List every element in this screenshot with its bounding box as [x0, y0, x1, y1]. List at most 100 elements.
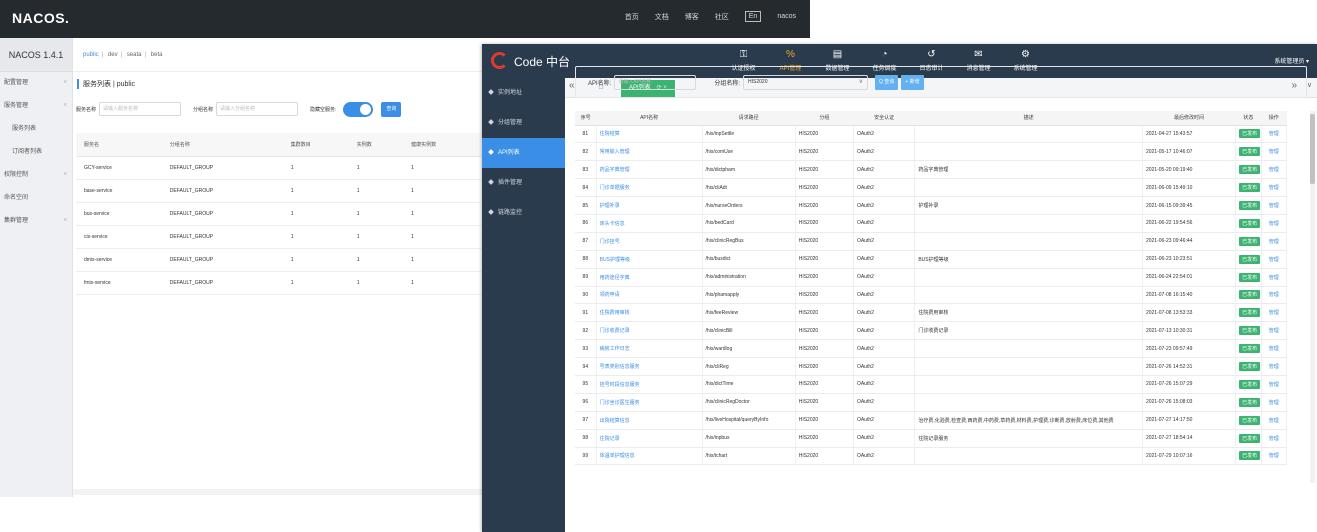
api-name-link[interactable]: 药品字典管理	[596, 160, 703, 180]
manage-link[interactable]: 管理	[1261, 393, 1288, 412]
table-row[interactable]: dmis-service DEFAULT_GROUP 1 1 1	[76, 248, 481, 272]
table-row[interactable]: 99 体温单护理信息/his/tchart HIS2020 OAuth2 2021-07…	[575, 447, 1288, 466]
table-row[interactable]: 83 药品字典管理/his/dictpham HIS2020 OAuth2 药品字典管理…	[575, 160, 1288, 180]
manage-link[interactable]: 管理	[1261, 429, 1288, 448]
nacos-sidebar-item[interactable]: 命名空间	[0, 187, 72, 210]
api-name-link[interactable]: 住院费用审核	[596, 303, 703, 323]
manage-link[interactable]: 管理	[1261, 178, 1288, 198]
sidebar-item[interactable]: API列表	[482, 138, 565, 168]
nav-community[interactable]: 社区	[715, 12, 729, 22]
api-name-link[interactable]: 常用输入管理	[596, 142, 703, 162]
group-name-input[interactable]: 请输入分组名称	[216, 102, 299, 116]
table-row[interactable]: 94 号表类别信息服务/his/cliReg HIS2020 OAuth2 2021-0…	[575, 357, 1288, 376]
nacos-sidebar-item[interactable]: 配置管理	[0, 72, 72, 95]
tab-more-icon[interactable]: ∨	[1307, 81, 1312, 89]
manage-link[interactable]: 管理	[1261, 286, 1288, 305]
table-row[interactable]: 86 床头卡信息/his/bedCard HIS2020 OAuth2 2021-06-…	[575, 214, 1288, 233]
table-row[interactable]: 82 常用输入管理/his/comUse HIS2020 OAuth2 2021-05-…	[575, 142, 1288, 162]
modified-time: 2021-06-24 22:54:01	[1142, 268, 1237, 287]
api-name-link[interactable]: 住院结算	[596, 125, 703, 144]
manage-link[interactable]: 管理	[1261, 321, 1288, 341]
nacos-sidebar-item[interactable]: 服务管理	[0, 95, 72, 118]
api-name-link[interactable]: 门诊单据服务	[596, 178, 703, 198]
api-name-link[interactable]: 护理补录	[596, 196, 703, 215]
nav-docs[interactable]: 文档	[655, 12, 669, 22]
table-row[interactable]: 88 BUS护理等级/his/busdict HIS2020 OAuth2 BUS护理等…	[575, 250, 1288, 269]
add-button[interactable]: + 新增	[901, 74, 924, 90]
tab-scroll-left-icon[interactable]: «	[569, 80, 575, 91]
nacos-sidebar-item[interactable]: 集群管理	[0, 210, 72, 233]
hide-empty-toggle[interactable]	[343, 101, 374, 117]
sidebar-item[interactable]: 实例地址	[482, 78, 565, 108]
namespace-dev[interactable]: dev	[108, 52, 118, 58]
table-row[interactable]: 97 出院结算信息/his/liveHospital/queryByInfo HIS…	[575, 411, 1288, 430]
group-select[interactable]: HIS2020 ∨	[743, 74, 869, 90]
manage-link[interactable]: 管理	[1261, 250, 1288, 269]
manage-link[interactable]: 管理	[1261, 375, 1288, 394]
table-row[interactable]: 93 病房工作日志/his/wardlog HIS2020 OAuth2 2021-07…	[575, 339, 1288, 359]
api-name-link[interactable]: BUS护理等级	[596, 250, 703, 269]
api-name-link[interactable]: 床头卡信息	[596, 214, 703, 233]
horizontal-scrollbar[interactable]	[73, 489, 483, 495]
table-cell: bus-service	[76, 202, 162, 226]
namespace-beta[interactable]: beta	[151, 52, 163, 58]
manage-link[interactable]: 管理	[1261, 357, 1288, 376]
table-row[interactable]: 81 住院结算/his/inpSettle HIS2020 OAuth2 2021-04…	[575, 125, 1288, 144]
namespace-seata[interactable]: seata	[127, 52, 142, 58]
service-name-input[interactable]: 请输入服务名称	[99, 102, 182, 116]
api-name-link[interactable]: 门诊挂号	[596, 232, 703, 251]
sidebar-item[interactable]: 插件管理	[482, 168, 565, 198]
manage-link[interactable]: 管理	[1261, 214, 1288, 233]
nav-blog[interactable]: 博客	[685, 12, 699, 22]
user-name[interactable]: nacos	[777, 13, 796, 20]
table-row[interactable]: 96 门诊坐诊医生服务/his/clinicRegDoctor HIS2020 OAu…	[575, 393, 1288, 412]
table-row[interactable]: bus-service DEFAULT_GROUP 1 1 1	[76, 202, 481, 226]
api-name-link[interactable]: 门诊收费记录	[596, 321, 703, 341]
table-row[interactable]: 84 门诊单据服务/his/cliAdt HIS2020 OAuth2 2021-06-…	[575, 178, 1288, 198]
nacos-sidebar-item[interactable]: 服务列表	[0, 118, 72, 141]
api-name-link[interactable]: 挂号时段信息服务	[596, 375, 703, 394]
api-name-input[interactable]: 请输入API名称	[614, 74, 697, 90]
search-button[interactable]: Q 查询	[875, 74, 899, 90]
nacos-sidebar-item[interactable]: 订阅者列表	[0, 141, 72, 164]
manage-link[interactable]: 管理	[1261, 411, 1288, 430]
table-row[interactable]: 91 住院费用审核/his/feeReview HIS2020 OAuth2 住院费用审…	[575, 303, 1288, 323]
table-row[interactable]: 90 领药申请/his/phamapply HIS2020 OAuth2 2021-07…	[575, 286, 1288, 305]
table-row[interactable]: 87 门诊挂号/his/clinicRegBus HIS2020 OAuth2 2021…	[575, 232, 1288, 251]
language-switch[interactable]: En	[744, 11, 762, 22]
api-name-link[interactable]: 领药申请	[596, 286, 703, 305]
api-name-link[interactable]: 出院结算信息	[596, 411, 703, 430]
api-name-link[interactable]: 病房工作日志	[596, 339, 703, 359]
sidebar-item[interactable]: 分组管理	[482, 108, 565, 138]
modified-time: 2021-05-20 09:19:40	[1142, 160, 1237, 180]
nacos-sidebar-item[interactable]: 权限控制	[0, 164, 72, 187]
table-row[interactable]: fmis-service DEFAULT_GROUP 1 1 1	[76, 271, 481, 295]
table-row[interactable]: GCY-service DEFAULT_GROUP 1 1 1	[76, 156, 481, 180]
namespace-public[interactable]: public	[83, 52, 99, 58]
table-row[interactable]: 95 挂号时段信息服务/his/dictTime HIS2020 OAuth2 2021…	[575, 375, 1288, 394]
table-row[interactable]: 98 住院记录/his/inpbus HIS2020 OAuth2 住院记录服务 2021…	[575, 429, 1288, 448]
api-name-link[interactable]: 用药途径字典	[596, 268, 703, 287]
manage-link[interactable]: 管理	[1261, 142, 1288, 162]
manage-link[interactable]: 管理	[1261, 268, 1288, 287]
api-name-link[interactable]: 号表类别信息服务	[596, 357, 703, 376]
manage-link[interactable]: 管理	[1261, 196, 1288, 215]
sidebar-item[interactable]: 链路监控	[482, 198, 565, 228]
manage-link[interactable]: 管理	[1261, 232, 1288, 251]
api-name-link[interactable]: 住院记录	[596, 429, 703, 448]
api-name-link[interactable]: 门诊坐诊医生服务	[596, 393, 703, 412]
table-row[interactable]: 89 用药途径字典/his/administration HIS2020 OAuth2…	[575, 268, 1288, 287]
manage-link[interactable]: 管理	[1261, 339, 1288, 359]
api-name-link[interactable]: 体温单护理信息	[596, 447, 703, 466]
table-row[interactable]: base-service DEFAULT_GROUP 1 1 1	[76, 179, 481, 203]
user-menu[interactable]: 系统管理员 ▾	[1274, 56, 1309, 65]
manage-link[interactable]: 管理	[1261, 160, 1288, 180]
table-row[interactable]: 85 护理补录/his/nurseOrders HIS2020 OAuth2 护理补录 2…	[575, 196, 1288, 215]
query-button[interactable]: 查询	[381, 101, 402, 117]
manage-link[interactable]: 管理	[1261, 303, 1288, 323]
manage-link[interactable]: 管理	[1261, 447, 1288, 466]
manage-link[interactable]: 管理	[1261, 125, 1288, 144]
table-row[interactable]: 92 门诊收费记录/his/clinicBill HIS2020 OAuth2 门诊收费…	[575, 321, 1288, 341]
nav-home[interactable]: 首页	[625, 12, 639, 22]
table-row[interactable]: cis-service DEFAULT_GROUP 1 1 1	[76, 225, 481, 249]
